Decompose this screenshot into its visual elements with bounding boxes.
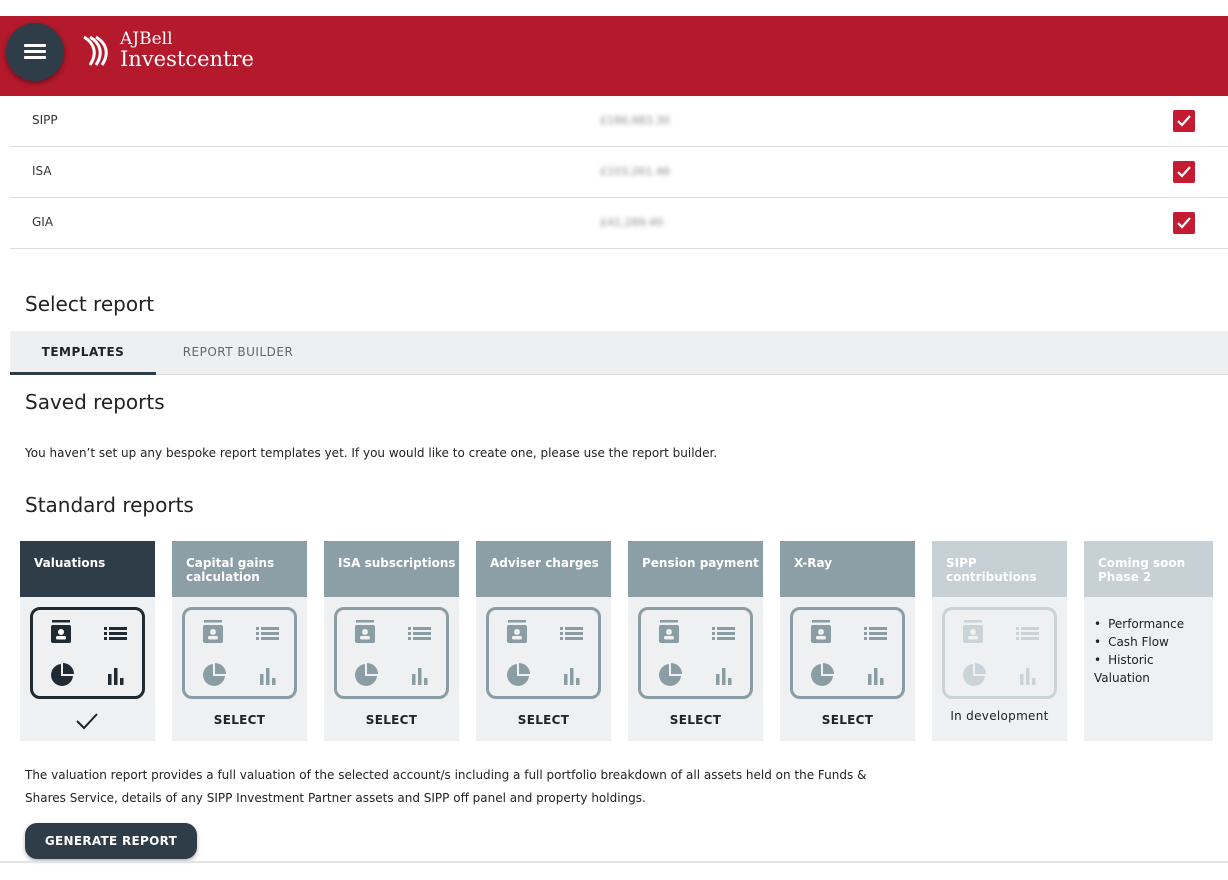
report-card-x-ray[interactable]: X-Ray SELECT (780, 541, 915, 741)
select-button[interactable]: SELECT (628, 713, 763, 727)
list-icon (408, 627, 431, 640)
coming-soon-title: Coming soon Phase 2 (1084, 541, 1213, 597)
report-icon-group (334, 607, 449, 699)
report-icon-group (790, 607, 905, 699)
account-row: ISA £103,261.46 (10, 147, 1228, 198)
bar-chart-icon (564, 668, 580, 685)
pie-chart-icon (507, 663, 530, 686)
report-icon-group (182, 607, 297, 699)
report-icon-group (638, 607, 753, 699)
list-icon (104, 627, 127, 640)
select-button[interactable]: SELECT (172, 713, 307, 727)
list-item: Historic Valuation (1094, 651, 1213, 687)
contact-card-icon (203, 620, 223, 643)
pie-chart-icon (51, 663, 74, 686)
report-card-valuations[interactable]: Valuations (20, 541, 155, 741)
hamburger-icon (24, 44, 46, 60)
checkmark-icon (1177, 166, 1191, 178)
list-item: Performance (1094, 615, 1213, 633)
accounts-table: SIPP £186,983.30 ISA £103,261.46 GIA £41… (10, 96, 1228, 249)
menu-button[interactable] (6, 23, 64, 81)
account-checkbox[interactable] (1173, 110, 1195, 132)
saved-reports-message: You haven’t set up any bespoke report te… (25, 446, 718, 460)
card-title: Capital gains calculation (172, 541, 307, 597)
select-button[interactable]: SELECT (476, 713, 611, 727)
app-header: AJBell Investcentre (0, 16, 1228, 96)
ajbell-logo-icon (83, 35, 108, 66)
list-icon (1016, 627, 1039, 640)
report-icon-group (942, 607, 1057, 699)
list-icon (560, 627, 583, 640)
tab-report-builder[interactable]: REPORT BUILDER (170, 331, 306, 375)
account-name: ISA (32, 164, 52, 178)
card-title: Pension payment (628, 541, 763, 597)
bar-chart-icon (868, 668, 884, 685)
report-description-line2: Shares Service, details of any SIPP Inve… (25, 791, 646, 805)
brand-logo[interactable]: AJBell Investcentre (80, 28, 254, 72)
report-description-line1: The valuation report provides a full val… (25, 768, 867, 782)
account-value: £41,289.40 (600, 216, 663, 229)
report-icon-group (30, 607, 145, 699)
generate-report-button[interactable]: GENERATE REPORT (25, 823, 197, 859)
brand-line2: Investcentre (120, 46, 254, 71)
card-title: SIPP contributions (932, 541, 1067, 597)
pie-chart-icon (203, 663, 226, 686)
select-report-title: Select report (25, 292, 155, 316)
bar-chart-icon (716, 668, 732, 685)
account-row: SIPP £186,983.30 (10, 96, 1228, 147)
account-value: £103,261.46 (600, 165, 670, 178)
select-button[interactable]: SELECT (324, 713, 459, 727)
contact-card-icon (811, 620, 831, 643)
saved-reports-title: Saved reports (25, 390, 165, 414)
coming-soon-card: Coming soon Phase 2 Performance Cash Flo… (1084, 541, 1213, 741)
report-card-isa-subscriptions[interactable]: ISA subscriptions SELECT (324, 541, 459, 741)
contact-card-icon (51, 620, 71, 643)
contact-card-icon (355, 620, 375, 643)
bar-chart-icon (108, 668, 124, 685)
account-row: GIA £41,289.40 (10, 198, 1228, 249)
in-development-label: In development (950, 709, 1049, 723)
card-title: ISA subscriptions (324, 541, 459, 597)
account-name: GIA (32, 215, 54, 229)
list-item: Cash Flow (1094, 633, 1213, 651)
checkmark-icon (1177, 217, 1191, 229)
contact-card-icon (963, 620, 983, 643)
brand-line1: AJBell (120, 28, 173, 49)
pie-chart-icon (355, 663, 378, 686)
bar-chart-icon (412, 668, 428, 685)
report-icon-group (486, 607, 601, 699)
account-checkbox[interactable] (1173, 161, 1195, 183)
card-title: X-Ray (780, 541, 915, 597)
report-card-sipp-contributions: SIPP contributions In development (932, 541, 1067, 741)
report-card-adviser-charges[interactable]: Adviser charges SELECT (476, 541, 611, 741)
tab-templates[interactable]: TEMPLATES (10, 331, 156, 375)
bar-chart-icon (1020, 668, 1036, 685)
selected-check-icon (76, 713, 98, 730)
card-title: Adviser charges (476, 541, 611, 597)
coming-soon-list: Performance Cash Flow Historic Valuation (1084, 597, 1213, 687)
pie-chart-icon (811, 663, 834, 686)
report-card-capital-gains[interactable]: Capital gains calculation SELECT (172, 541, 307, 741)
bar-chart-icon (260, 668, 276, 685)
standard-reports-title: Standard reports (25, 493, 194, 517)
list-icon (712, 627, 735, 640)
checkmark-icon (1177, 115, 1191, 127)
account-value: £186,983.30 (600, 114, 670, 127)
report-card-pension-payment[interactable]: Pension payment SELECT (628, 541, 763, 741)
list-icon (864, 627, 887, 640)
divider (0, 861, 1228, 863)
select-button[interactable]: SELECT (780, 713, 915, 727)
contact-card-icon (659, 620, 679, 643)
account-name: SIPP (32, 113, 58, 127)
card-title: Valuations (20, 541, 155, 597)
report-tabs: TEMPLATES REPORT BUILDER (10, 331, 1228, 375)
pie-chart-icon (659, 663, 682, 686)
contact-card-icon (507, 620, 527, 643)
list-icon (256, 627, 279, 640)
account-checkbox[interactable] (1173, 212, 1195, 234)
pie-chart-icon (963, 663, 986, 686)
